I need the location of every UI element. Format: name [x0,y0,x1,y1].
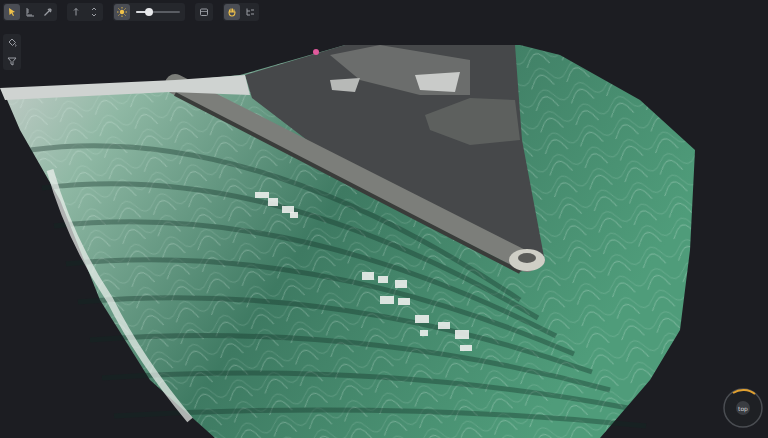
side-toolbar [3,34,21,70]
tool-button[interactable] [224,4,240,20]
slider-knob[interactable] [145,8,153,16]
tool-button[interactable] [68,4,84,20]
point-cloud-viewer: top [0,0,768,438]
toolbar-group [195,3,213,21]
eyedropper-icon [42,6,54,18]
hierarchy-icon [244,6,256,18]
hand-icon [226,6,238,18]
tool-button[interactable] [40,4,56,20]
tool-button[interactable] [114,4,130,20]
toolbar-group [67,3,103,21]
paint-bucket-icon [6,37,18,49]
view-compass[interactable]: top [721,386,765,430]
side-tool-button[interactable] [4,53,20,69]
tool-button[interactable] [242,4,258,20]
point-cloud-canvas[interactable] [0,0,768,438]
measure-icon [24,6,36,18]
toolbar-group [223,3,259,21]
up-arrow-icon [70,6,82,18]
tool-button[interactable] [4,4,20,20]
toolbar-group [3,3,57,21]
tool-button[interactable] [22,4,38,20]
sun-icon [116,6,128,18]
compass-label: top [738,405,748,412]
filter-icon [6,55,18,67]
side-tool-button[interactable] [4,35,20,51]
toolbar-group [113,3,185,21]
camera-icon [198,6,210,18]
cursor-arrow-icon [6,6,18,18]
brightness-slider[interactable] [136,4,180,20]
lighthouse [509,249,545,271]
tool-button[interactable] [196,4,212,20]
toolbar [3,3,259,21]
tool-button[interactable] [86,4,102,20]
breakwater [175,84,527,262]
seafloor [5,45,695,438]
slider-track [136,11,180,13]
up-down-icon [88,6,100,18]
